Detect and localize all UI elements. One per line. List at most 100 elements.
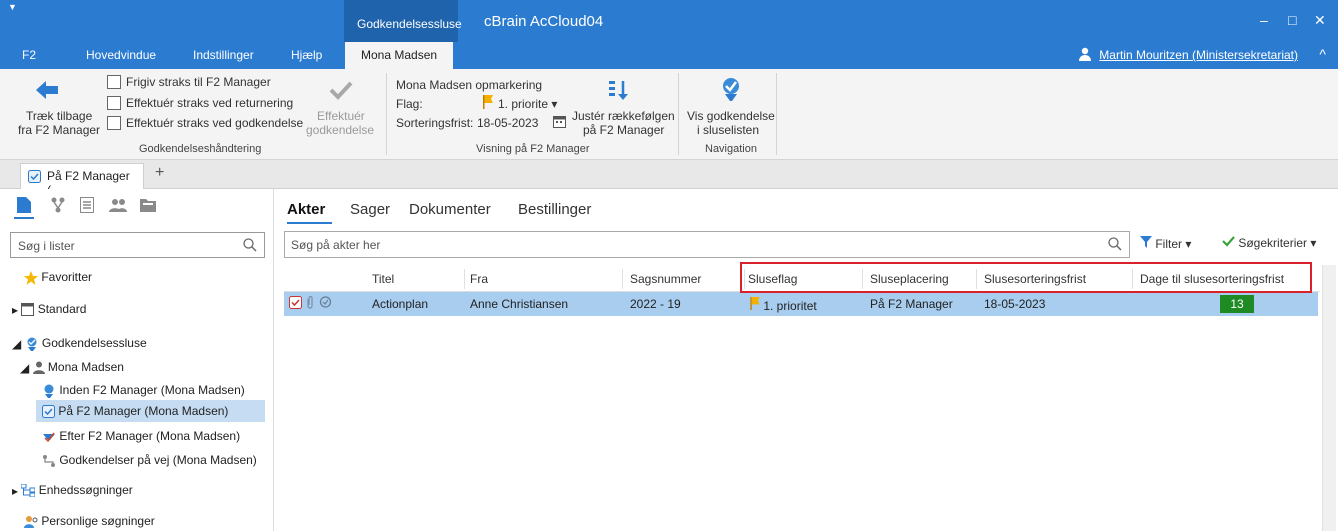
context-tab-label: Godkendelsessluse: [357, 17, 462, 31]
filter-icon: [1140, 236, 1152, 248]
tree-label: Enhedssøgninger: [38, 483, 133, 497]
folders-icon[interactable]: [140, 197, 156, 216]
tree-label: Favoritter: [41, 270, 93, 284]
active-tab-underline: [287, 222, 332, 224]
user-icon: [1078, 47, 1092, 64]
column-header-sagsnummer[interactable]: Sagsnummer: [630, 272, 701, 286]
search-icon[interactable]: [243, 238, 257, 255]
sort-deadline-value[interactable]: 18-05-2023: [477, 116, 538, 130]
table-row[interactable]: Actionplan Anne Christiansen 2022 - 19 1…: [284, 292, 1318, 316]
expand-arrow-icon[interactable]: ▸: [12, 303, 18, 317]
search-icon[interactable]: [1108, 237, 1122, 254]
arrow-left-icon[interactable]: [34, 79, 60, 104]
tree-label: Efter F2 Manager (Mona Madsen): [59, 429, 241, 443]
flag-icon: [750, 297, 760, 310]
quick-access-menu-icon[interactable]: ▼: [8, 2, 17, 12]
tab-bestillinger[interactable]: Bestillinger: [518, 201, 591, 218]
search-criteria-label: Søgekriterier: [1238, 236, 1308, 250]
show-approval-label-1[interactable]: Vis godkendelse: [687, 109, 775, 123]
column-header-titel[interactable]: Titel: [372, 272, 394, 286]
cell-sluseplacering: På F2 Manager: [870, 297, 953, 311]
menu-hovedvindue[interactable]: Hovedvindue: [86, 48, 156, 62]
list-icon[interactable]: [80, 197, 94, 216]
minimize-button[interactable]: –: [1260, 12, 1268, 28]
expand-arrow-icon[interactable]: ▸: [12, 484, 18, 498]
list-search-input[interactable]: Søg i lister: [10, 232, 265, 258]
close-button[interactable]: ✕: [1314, 12, 1326, 29]
tree-label: Standard: [37, 302, 87, 316]
maximize-button[interactable]: □: [1288, 12, 1296, 28]
pull-back-label-2[interactable]: fra F2 Manager: [18, 123, 100, 137]
current-user-link[interactable]: Martin Mouritzen (Ministersekretariat): [1099, 48, 1298, 62]
tree-inden-f2-manager[interactable]: Inden F2 Manager (Mona Madsen): [42, 383, 245, 398]
collapse-arrow-icon[interactable]: ◢: [20, 361, 29, 375]
tab-sager[interactable]: Sager: [350, 201, 390, 218]
menu-mona-madsen[interactable]: Mona Madsen: [345, 42, 454, 69]
cell-sagsnummer: 2022 - 19: [630, 297, 681, 311]
column-header-fra[interactable]: Fra: [470, 272, 488, 286]
approval-list-icon: [42, 405, 55, 419]
calendar-icon[interactable]: [553, 115, 566, 131]
checkbox-effect-return[interactable]: [107, 96, 121, 110]
list-box-icon: [21, 303, 35, 317]
flag-icon: [483, 95, 493, 112]
ribbon-separator: [776, 73, 777, 155]
person-search-icon: [24, 516, 38, 529]
main-content: Akter Sager Dokumenter Bestillinger Søg …: [274, 189, 1338, 531]
approval-bubble-icon: [319, 296, 331, 308]
checkbox-effect-approve[interactable]: [107, 116, 121, 130]
collapse-arrow-icon[interactable]: ◢: [12, 337, 21, 351]
records-search-input[interactable]: Søg på akter her: [284, 231, 1130, 258]
tree-paa-f2-manager[interactable]: På F2 Manager (Mona Madsen): [36, 400, 265, 422]
vertical-scrollbar[interactable]: [1322, 265, 1336, 531]
contacts-icon[interactable]: [109, 197, 127, 216]
tab-akter[interactable]: Akter: [287, 201, 325, 218]
tree-mona-madsen[interactable]: ◢ Mona Madsen: [20, 360, 124, 375]
pull-back-label-1[interactable]: Træk tilbage: [26, 109, 92, 123]
collapse-ribbon-icon[interactable]: ^: [1319, 46, 1326, 62]
checkmark-icon: [329, 80, 353, 103]
show-approval-label-2[interactable]: i sluselisten: [697, 123, 759, 137]
filter-button[interactable]: Filter ▾: [1140, 236, 1191, 251]
effectuate-label-2[interactable]: godkendelse: [306, 123, 374, 137]
adjust-order-label-1[interactable]: Justér rækkefølgen: [572, 109, 675, 123]
cell-fra: Anne Christiansen: [470, 297, 569, 311]
app-title: cBrain AcCloud04: [484, 13, 604, 30]
row-status-icons: [289, 295, 332, 312]
adjust-order-label-2[interactable]: på F2 Manager: [583, 123, 664, 137]
column-separator[interactable]: [622, 269, 623, 289]
tree-efter-f2-manager[interactable]: Efter F2 Manager (Mona Madsen): [42, 429, 240, 444]
column-separator[interactable]: [464, 269, 465, 289]
search-criteria-button[interactable]: Søgekriterier ▾: [1222, 236, 1316, 250]
tree-enhedssoegninger[interactable]: ▸ Enhedssøgninger: [12, 483, 133, 498]
ribbon: Træk tilbage fra F2 Manager Frigiv strak…: [0, 69, 1338, 160]
highlight-annotation-box: [740, 262, 1312, 293]
sort-deadline-label: Sorteringsfrist:: [396, 116, 474, 130]
tree-favorites[interactable]: Favoritter: [24, 270, 92, 285]
menu-hjaelp[interactable]: Hjælp: [291, 48, 322, 62]
tree-godkendelser-paa-vej[interactable]: Godkendelser på vej (Mona Madsen): [42, 453, 257, 468]
tab-dokumenter[interactable]: Dokumenter: [409, 201, 491, 218]
documents-icon[interactable]: [17, 197, 31, 216]
org-chart-icon: [20, 483, 36, 498]
sort-order-icon[interactable]: [607, 79, 631, 106]
flag-dropdown[interactable]: 1. priorite ▾: [498, 97, 557, 111]
checkbox-effect-approve-label: Effektuér straks ved godkendelse: [126, 116, 304, 130]
workflow-icon[interactable]: [50, 197, 66, 216]
paperclip-icon: [307, 295, 313, 309]
effectuate-label-1[interactable]: Effektuér: [317, 109, 365, 123]
tree-godkendelsessluse[interactable]: ◢ Godkendelsessluse: [12, 336, 147, 351]
document-tab-strip: På F2 Manager (... +: [0, 160, 1338, 197]
menu-f2[interactable]: F2: [22, 48, 36, 62]
cell-sluseflag: 1. prioritet: [750, 297, 817, 313]
tree-personlige-soegninger[interactable]: Personlige søgninger: [24, 514, 155, 529]
tree-standard[interactable]: ▸ Standard: [12, 302, 86, 317]
approval-funnel-icon[interactable]: [719, 77, 743, 106]
doc-tab-paa-f2-manager[interactable]: På F2 Manager (...: [20, 163, 144, 197]
approval-funnel-icon: [27, 337, 37, 351]
add-tab-button[interactable]: +: [155, 164, 164, 182]
left-navigation-pane: Søg i lister Favoritter ▸ Standard ◢ God…: [0, 189, 274, 531]
checkbox-release-now[interactable]: [107, 75, 121, 89]
checkmark-icon: [1222, 236, 1235, 247]
menu-indstillinger[interactable]: Indstillinger: [193, 48, 254, 62]
